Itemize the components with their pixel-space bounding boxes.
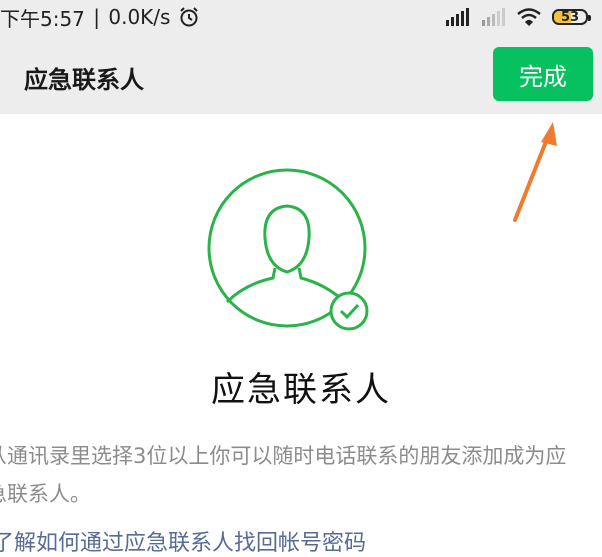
done-button[interactable]: 完成 <box>493 47 593 101</box>
description-text: 从通讯录里选择3位以上你可以随时电话联系的朋友添加成为应急联系人。 <box>0 444 567 506</box>
signal-icon <box>446 8 469 26</box>
signal-icon <box>482 8 505 26</box>
status-time: 下午5:57 <box>0 6 85 31</box>
arrow-annotation-icon <box>513 122 557 222</box>
help-link[interactable]: 了解如何通过应急联系人找回帐号密码 <box>0 525 366 557</box>
wifi-icon <box>517 8 541 27</box>
section-heading: 应急联系人 <box>211 370 391 410</box>
page-title: 应急联系人 <box>24 66 144 94</box>
network-speed: 0.0K/s <box>108 5 171 29</box>
battery-level: 53 <box>560 9 580 25</box>
avatar <box>205 168 375 338</box>
avatar-icon <box>207 168 369 331</box>
alarm-icon <box>180 7 199 27</box>
status-bar: 下午5:57 | 0.0K/s 53 <box>0 0 602 38</box>
battery-icon: 53 <box>552 9 591 25</box>
